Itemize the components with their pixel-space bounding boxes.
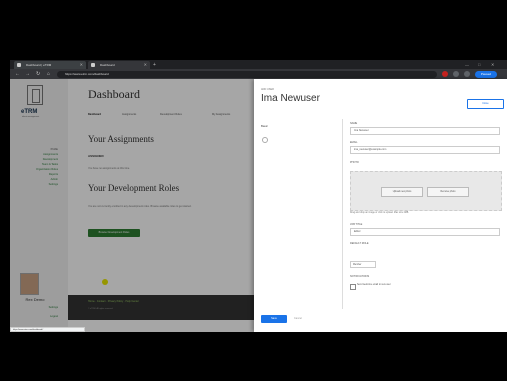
new-tab-button[interactable]: +: [153, 61, 156, 69]
forward-icon[interactable]: →: [25, 70, 30, 78]
browser-tab-bar: Dashboard | eTRM ✕ Dashboard ✕ + — □ ✕: [10, 60, 507, 69]
home-icon[interactable]: ⌂: [47, 70, 50, 78]
name-label: NAME: [350, 122, 358, 125]
photo-label: PHOTO: [350, 161, 359, 164]
role-select[interactable]: Member: [350, 261, 376, 268]
favicon-icon: [91, 63, 95, 67]
extension-icon[interactable]: [464, 71, 470, 77]
tab-title: Dashboard | eTRM: [26, 63, 52, 67]
profile-button[interactable]: Paused: [475, 70, 497, 78]
close-window-icon[interactable]: ✕: [491, 60, 494, 69]
email-field[interactable]: ima_newuser@example.com: [350, 146, 500, 154]
extension-icon[interactable]: [453, 71, 459, 77]
close-tab-icon[interactable]: ✕: [80, 61, 83, 69]
job-title-label: JOB TITLE: [350, 223, 363, 226]
role-label: DEFAULT ROLE: [350, 242, 369, 245]
close-tab-icon[interactable]: ✕: [144, 61, 147, 69]
back-icon[interactable]: ←: [15, 70, 20, 78]
panel-kicker: ADD USER: [261, 88, 274, 91]
email-label: EMAIL: [350, 141, 358, 144]
modal-overlay[interactable]: [10, 79, 254, 332]
name-field[interactable]: Ima Newuser: [350, 127, 500, 135]
save-button[interactable]: Save: [261, 315, 287, 323]
maximize-icon[interactable]: □: [478, 60, 480, 69]
browser-tab[interactable]: Dashboard ✕: [88, 61, 150, 69]
close-panel-button[interactable]: Close: [467, 99, 504, 109]
section-label: Basic: [261, 124, 268, 128]
add-user-panel: ADD USER Ima Newuser Close Basic NAME Im…: [254, 79, 507, 332]
cancel-button[interactable]: Cancel: [294, 315, 302, 323]
reload-icon[interactable]: ↻: [36, 70, 40, 78]
url-input[interactable]: https://www.etrm.com/dashboard: [57, 70, 437, 78]
tab-title: Dashboard: [100, 63, 115, 67]
extension-icon[interactable]: [442, 71, 448, 77]
job-title-field[interactable]: Editor: [350, 228, 500, 236]
remove-photo-button[interactable]: Remove photo: [427, 187, 469, 197]
notifications-label: NOTIFICATIONS: [350, 275, 370, 278]
divider: [342, 119, 343, 309]
minimize-icon[interactable]: —: [465, 60, 469, 69]
status-bar-url: https://www.etrm.com/dashboard#: [10, 327, 85, 332]
photo-hint: Drag and drop an image or click to uploa…: [350, 212, 409, 214]
photo-dropzone[interactable]: Upload new photo Remove photo: [350, 171, 502, 211]
app: eTRM talent management Profile Assignmen…: [10, 79, 507, 332]
panel-title: Ima Newuser: [261, 93, 320, 104]
upload-photo-button[interactable]: Upload new photo: [381, 187, 423, 197]
address-bar-row: ← → ↻ ⌂ https://www.etrm.com/dashboard P…: [10, 69, 507, 79]
notify-checkbox-label: Send welcome email to new user: [357, 284, 391, 286]
info-icon: [262, 137, 268, 143]
favicon-icon: [17, 63, 21, 67]
notify-checkbox[interactable]: [350, 284, 356, 290]
browser-tab[interactable]: Dashboard | eTRM ✕: [14, 61, 86, 69]
screen: Dashboard | eTRM ✕ Dashboard ✕ + — □ ✕ ←…: [10, 60, 507, 332]
